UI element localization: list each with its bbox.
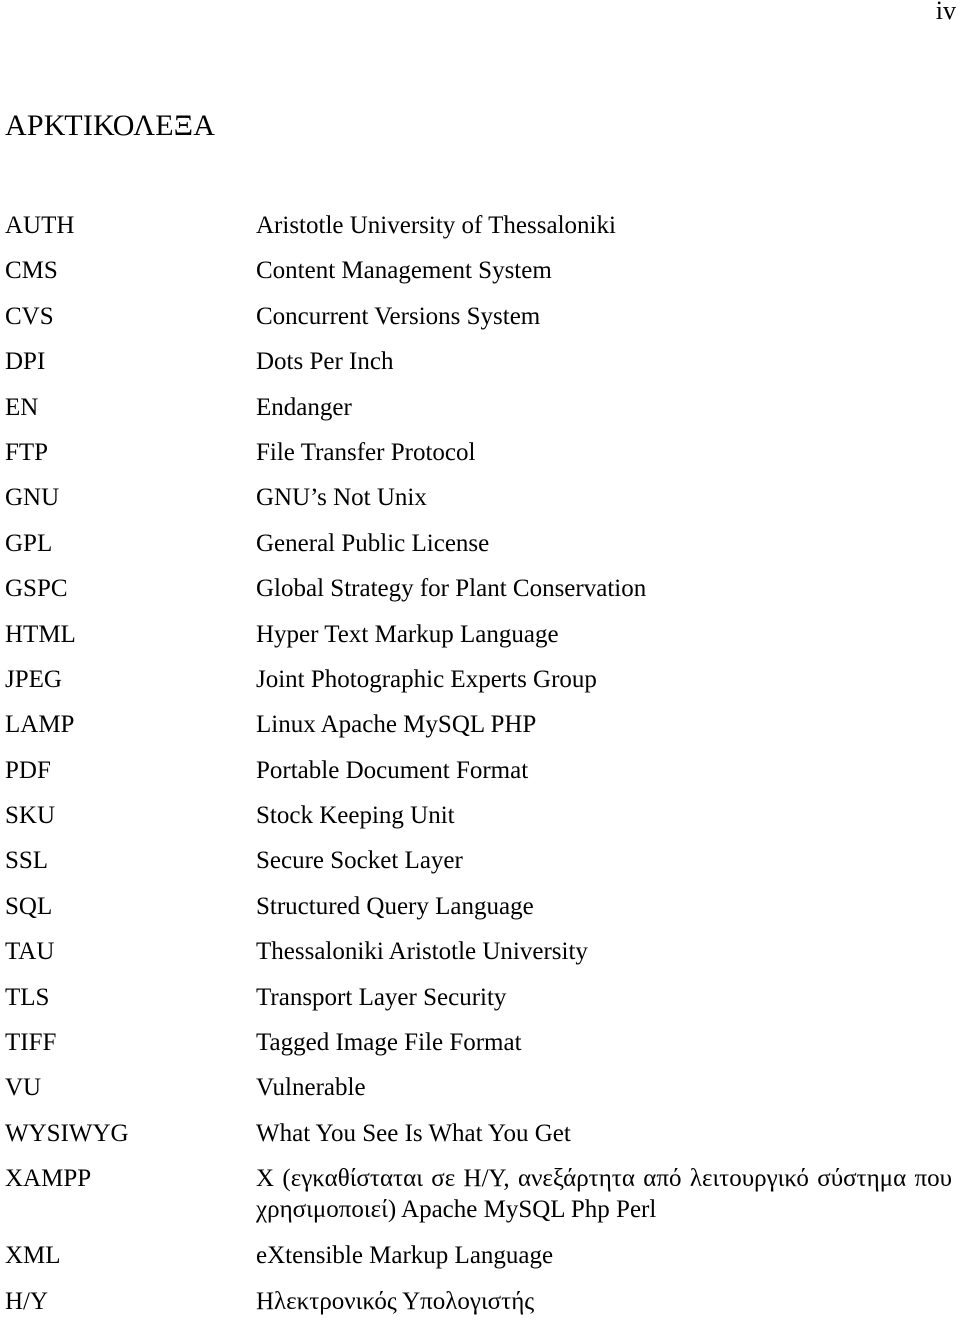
abbreviation-definition: eXtensible Markup Language [256, 1242, 554, 1270]
abbreviation-row: H/Y Ηλεκτρονικός Υπολογιστής [0, 1286, 960, 1331]
abbreviation-row: SKU Stock Keeping Unit [0, 800, 960, 845]
abbreviation-row: TLS Transport Layer Security [0, 982, 960, 1027]
abbreviation-term: CVS [5, 302, 54, 330]
abbreviation-term: GNU [5, 484, 60, 512]
abbreviation-row: XAMPP X (εγκαθίσταται σε Η/Υ, ανεξάρτητα… [0, 1163, 960, 1240]
abbreviation-definition: File Transfer Protocol [256, 438, 476, 466]
abbreviation-row: FTP File Transfer Protocol [0, 437, 960, 482]
abbreviations-list: AUTH Aristotle University of Thessalonik… [0, 210, 960, 1331]
abbreviation-definition: Endanger [256, 393, 352, 421]
abbreviation-row: DPI Dots Per Inch [0, 346, 960, 391]
abbreviation-term: EN [5, 393, 39, 421]
abbreviation-definition: Hyper Text Markup Language [256, 620, 559, 648]
abbreviation-term: TIFF [5, 1029, 57, 1057]
page-number: iv [935, 0, 956, 25]
abbreviation-term: GPL [5, 529, 53, 557]
abbreviation-row: TAU Thessaloniki Aristotle University [0, 936, 960, 981]
abbreviation-definition: Structured Query Language [256, 892, 534, 920]
abbreviation-term: CMS [5, 257, 58, 285]
abbreviation-definition: Ηλεκτρονικός Υπολογιστής [256, 1287, 535, 1315]
abbreviation-definition: Global Strategy for Plant Conservation [256, 575, 647, 603]
abbreviation-definition: X (εγκαθίσταται σε Η/Υ, ανεξάρτητα από λ… [256, 1165, 952, 1224]
abbreviation-term: JPEG [5, 665, 62, 693]
page-title: ΑΡΚΤΙΚΟΛΕΞΑ [5, 109, 216, 142]
abbreviation-term: TAU [5, 938, 55, 966]
abbreviation-definition: GNU’s Not Unix [256, 484, 427, 512]
abbreviation-row: VU Vulnerable [0, 1072, 960, 1117]
abbreviation-row: EN Endanger [0, 392, 960, 437]
abbreviation-row: CVS Concurrent Versions System [0, 301, 960, 346]
abbreviation-term: XML [5, 1242, 61, 1270]
abbreviation-term: XAMPP [5, 1165, 92, 1193]
abbreviation-row: SSL Secure Socket Layer [0, 845, 960, 890]
abbreviation-definition: Linux Apache MySQL PHP [256, 711, 537, 739]
abbreviation-term: SSL [5, 847, 49, 875]
abbreviation-definition: Portable Document Format [256, 756, 529, 784]
abbreviation-definition: Transport Layer Security [256, 983, 507, 1011]
abbreviation-term: VU [5, 1074, 42, 1102]
abbreviation-definition: Stock Keeping Unit [256, 802, 455, 830]
abbreviation-term: AUTH [5, 212, 75, 239]
abbreviation-definition: Joint Photographic Experts Group [256, 665, 597, 693]
abbreviation-term: WYSIWYG [5, 1119, 129, 1147]
abbreviation-row: JPEG Joint Photographic Experts Group [0, 664, 960, 709]
abbreviation-row: TIFF Tagged Image File Format [0, 1027, 960, 1072]
abbreviation-term: PDF [5, 756, 51, 784]
abbreviation-row: GNU GNU’s Not Unix [0, 482, 960, 527]
abbreviation-definition: Tagged Image File Format [256, 1029, 522, 1057]
abbreviation-definition: Secure Socket Layer [256, 847, 463, 875]
abbreviation-term: DPI [5, 348, 46, 376]
abbreviation-definition: Dots Per Inch [256, 348, 394, 376]
abbreviation-row: GPL General Public License [0, 528, 960, 573]
abbreviation-term: GSPC [5, 575, 68, 603]
abbreviation-row: WYSIWYG What You See Is What You Get [0, 1118, 960, 1163]
abbreviation-row: PDF Portable Document Format [0, 755, 960, 800]
abbreviation-definition: Content Management System [256, 257, 552, 285]
abbreviation-term: LAMP [5, 711, 75, 739]
abbreviation-row: XML eXtensible Markup Language [0, 1240, 960, 1285]
abbreviation-row: AUTH Aristotle University of Thessalonik… [0, 210, 960, 255]
abbreviation-term: SQL [5, 892, 53, 920]
abbreviation-row: CMS Content Management System [0, 255, 960, 300]
abbreviation-definition: Aristotle University of Thessaloniki [256, 212, 616, 239]
abbreviation-row: SQL Structured Query Language [0, 891, 960, 936]
abbreviation-row: LAMP Linux Apache MySQL PHP [0, 709, 960, 754]
abbreviation-definition: General Public License [256, 529, 490, 557]
abbreviation-row: HTML Hyper Text Markup Language [0, 619, 960, 664]
abbreviation-term: TLS [5, 983, 50, 1011]
abbreviation-term: H/Y [5, 1287, 49, 1315]
abbreviation-definition: Thessaloniki Aristotle University [256, 938, 588, 966]
abbreviation-term: HTML [5, 620, 76, 648]
abbreviation-row: GSPC Global Strategy for Plant Conservat… [0, 573, 960, 618]
abbreviation-term: SKU [5, 802, 56, 830]
abbreviation-term: FTP [5, 438, 49, 466]
abbreviation-definition: What You See Is What You Get [256, 1119, 571, 1147]
abbreviation-definition: Concurrent Versions System [256, 302, 541, 330]
abbreviation-definition: Vulnerable [256, 1074, 366, 1102]
